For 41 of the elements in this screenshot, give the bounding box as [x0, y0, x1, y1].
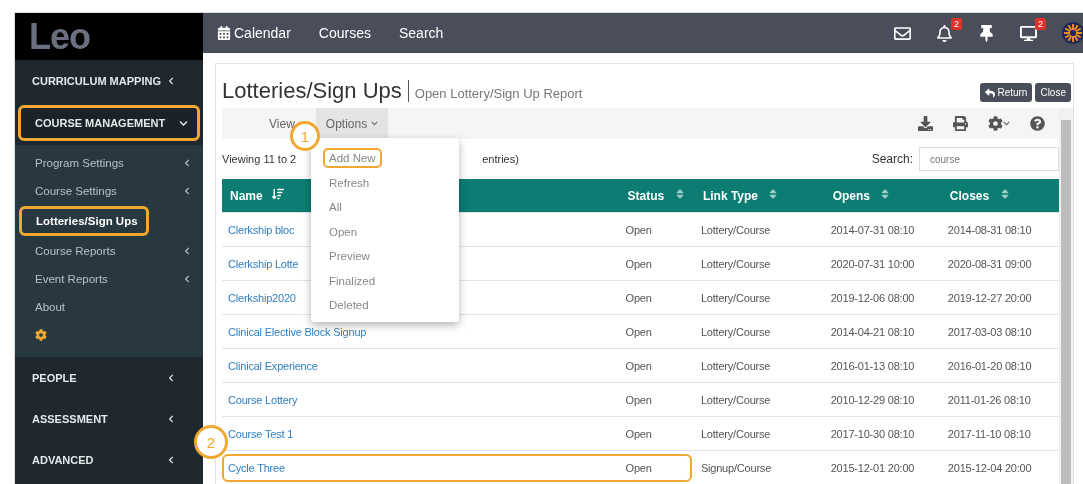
search-label: Search:: [871, 152, 913, 166]
table-cell: Open: [625, 427, 652, 440]
table-cell: 2016-01-13 08:10: [830, 359, 915, 372]
page-title: Lotteries/Sign Ups: [222, 78, 402, 104]
table-cell: Open: [625, 461, 652, 474]
table-cell: Open: [625, 223, 652, 236]
logo: Leo: [15, 13, 203, 60]
count-badge: 2: [951, 17, 962, 30]
table-cell: Lottery/Course: [700, 223, 771, 236]
table-cell: Open: [625, 359, 652, 372]
table-cell: Lottery/Course: [700, 325, 771, 338]
entries-info: Viewing 11 to 2: [222, 153, 297, 165]
table-cell: Open: [625, 257, 652, 270]
page-subtitle: Open Lottery/Sign Up Report: [414, 86, 583, 101]
table-cell: 2015-12-04 20:00: [947, 461, 1032, 474]
table-cell: Lottery/Course: [700, 291, 771, 304]
entries-info: entries): [482, 153, 519, 165]
table-cell: Signup/Course: [700, 461, 772, 474]
table-cell: 2019-12-27 20:00: [947, 291, 1032, 304]
table-cell: Lottery/Course: [700, 427, 771, 440]
callout-number: 2: [194, 425, 228, 459]
table-cell: 2017-11-10 08:10: [947, 427, 1031, 440]
table-cell: 2017-10-30 08:10: [830, 427, 915, 440]
table-cell: 2014-04-21 08:10: [830, 325, 915, 338]
count-badge: 2: [1035, 17, 1046, 30]
table-cell: 2020-08-31 09:00: [947, 257, 1032, 270]
table-cell: 2019-12-06 08:00: [830, 291, 915, 304]
table-cell: 2011-01-26 08:10: [947, 393, 1031, 406]
table-cell: Lottery/Course: [700, 359, 771, 372]
table-cell: 2014-08-31 08:10: [947, 223, 1032, 236]
table-cell: Lottery/Course: [700, 393, 771, 406]
table-cell: 2020-07-31 10:00: [830, 257, 915, 270]
table-cell: 2016-01-20 08:10: [947, 359, 1032, 372]
table-cell: 2010-12-29 08:10: [830, 393, 915, 406]
table-cell: 2014-07-31 08:10: [830, 223, 915, 236]
table-cell: 2015-12-01 20:00: [830, 461, 915, 474]
table-cell: Open: [625, 291, 652, 304]
table-cell: Open: [625, 325, 652, 338]
table-cell: Lottery/Course: [700, 257, 771, 270]
table-cell: 2017-03-03 08:10: [947, 325, 1032, 338]
table-cell: Open: [625, 393, 652, 406]
